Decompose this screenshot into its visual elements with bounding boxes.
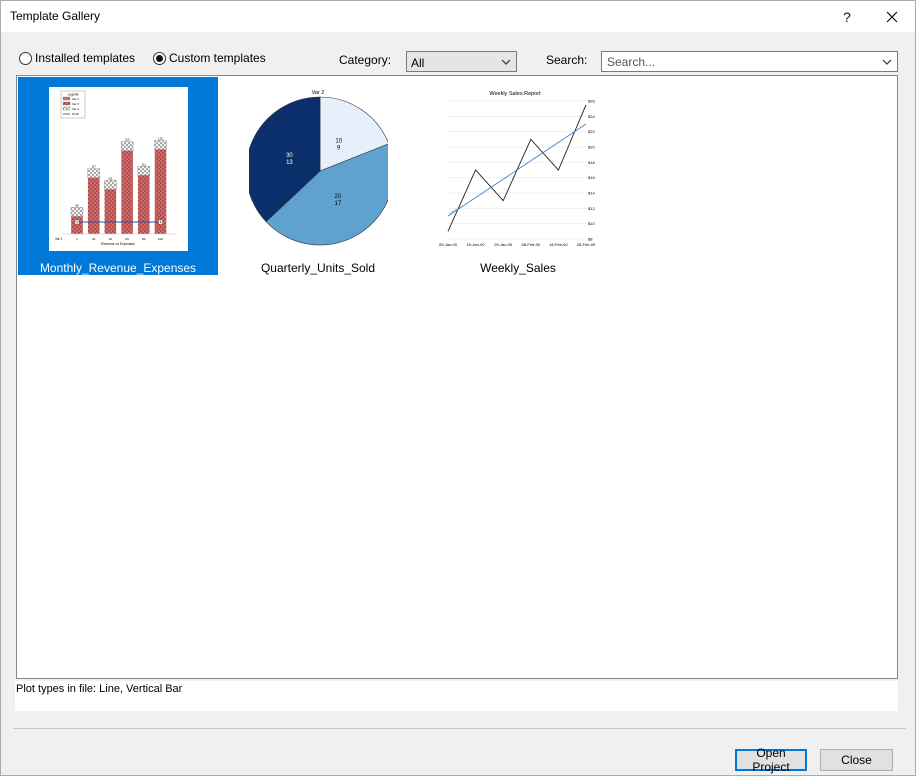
x-tick-label: 18-Feb-00 (549, 242, 568, 247)
plot-types-info: Plot types in file: Line, Vertical Bar (15, 681, 898, 711)
search-input[interactable] (605, 53, 875, 70)
bar-hatch (104, 180, 117, 190)
template-gallery-window: Template Gallery ? Installed templates C… (0, 0, 916, 776)
title-bar: Template Gallery ? (1, 1, 915, 32)
search-combobox[interactable] (601, 51, 898, 72)
bar-red (120, 150, 134, 235)
legend-title: Legend (68, 93, 79, 97)
y-tick-label: $22 (588, 129, 595, 134)
x-tick-label: 08-Feb-00 (522, 242, 541, 247)
custom-templates-radio[interactable]: Custom templates (153, 51, 266, 65)
template-gallery-list[interactable]: Legend Var 1 Var 3 Var 4 Profit Var 1 89 1 117 2… (16, 75, 898, 679)
template-thumbnail: Weekly Sales Report $8 $10 $12 $14 $16 $18 $20 $… (437, 87, 603, 251)
legend-swatch (62, 101, 71, 106)
trend-label: Linear Fit (449, 205, 462, 214)
template-name: Monthly_Revenue_Expenses (39, 261, 197, 275)
x-tick-label: 1 (76, 237, 78, 241)
legend-label: Profit (72, 112, 79, 116)
legend-label: Var 4 (72, 107, 79, 111)
pie-slice-label: 30 (286, 153, 293, 159)
y-tick-label: $12 (588, 206, 595, 211)
custom-templates-label: Custom templates (169, 51, 266, 65)
window-title: Template Gallery (10, 9, 101, 23)
close-button[interactable]: Close (820, 749, 893, 771)
bar-hatch (154, 140, 167, 150)
y-tick-label: $20 (588, 145, 595, 150)
bar-top-label: 123 (125, 138, 130, 142)
bar-hatch (137, 166, 150, 176)
pie-slice-label: 10 (335, 138, 342, 144)
template-thumbnail: Legend Var 1 Var 3 Var 4 Profit Var 1 89 1 117 2… (49, 87, 188, 251)
x-tick-label: 28-Feb-00 (577, 242, 596, 247)
help-button[interactable]: ? (824, 1, 870, 32)
y-tick-label: $14 (588, 191, 595, 196)
pie-slice-label: 17 (334, 201, 341, 207)
y-tick-label: $8 (588, 237, 593, 242)
close-window-button[interactable] (869, 1, 915, 32)
chevron-down-icon[interactable] (881, 56, 893, 68)
search-label: Search: (546, 53, 588, 67)
template-name: Weekly_Sales (480, 261, 556, 275)
trend-line (447, 123, 587, 217)
category-label: Category: (339, 53, 392, 67)
bar-red (137, 175, 151, 235)
bar-hatch (120, 141, 134, 151)
template-name: Quarterly_Units_Sold (260, 261, 376, 275)
bar-top-label: 89 (75, 203, 79, 207)
pie-slice-label: 13 (286, 160, 293, 166)
y-tick-label: $10 (588, 221, 595, 226)
radio-checked-icon (153, 51, 166, 65)
template-thumbnail: Var 2 10 9 20 17 30 13 (245, 87, 395, 251)
bar-top-label: 125 (158, 136, 163, 140)
x-tick-label: 100 (158, 237, 163, 241)
bar-red (104, 189, 117, 235)
template-tile-monthly[interactable]: Legend Var 1 Var 3 Var 4 Profit Var 1 89 1 117 2… (18, 77, 218, 275)
legend-label: Var 3 (72, 102, 79, 106)
category-select[interactable]: All (406, 51, 517, 72)
line-chart-thumbnail: Weekly Sales Report $8 $10 $12 $14 $16 $18 $20 $… (439, 91, 596, 247)
bar-top-label: 111 (142, 162, 147, 166)
template-tile-quarterly[interactable]: Var 2 10 9 20 17 30 13 Quarterly_Units_Sold (218, 77, 418, 275)
installed-templates-label: Installed templates (35, 51, 136, 65)
legend-swatch (62, 106, 71, 111)
radio-unchecked-icon (19, 51, 32, 65)
bar-hatch (70, 207, 84, 217)
axis-prefix-label: Var 1 (55, 237, 63, 241)
sales-line (447, 104, 587, 232)
bar-red (87, 177, 100, 235)
bar-chart-thumbnail: LegendVar 1Var 3Var 4Profit Var 18911172… (55, 90, 177, 246)
x-tick-label: 80 (142, 237, 146, 241)
chevron-down-icon (501, 59, 511, 65)
plot-types-text: Plot types in file: Line, Vertical Bar (16, 683, 183, 695)
pie-title: Var 2 (312, 90, 325, 96)
bar-hatch (87, 168, 100, 178)
x-tick-label: 19-Jan-00 (467, 242, 486, 247)
open-project-button[interactable]: Open Project (735, 746, 807, 774)
x-tick-label: 20 (92, 237, 96, 241)
x-tick-label: 60 (125, 237, 129, 241)
y-tick-label: $16 (588, 175, 595, 180)
pie-chart-thumbnail: Var 210920173013 (245, 90, 395, 246)
installed-templates-radio[interactable]: Installed templates (19, 51, 135, 65)
bar-top-label: 117 (91, 165, 96, 169)
category-value: All (411, 56, 425, 70)
y-tick-label: $24 (588, 114, 595, 119)
y-tick-label: $18 (588, 160, 595, 165)
template-tile-weekly[interactable]: Weekly Sales Report $8 $10 $12 $14 $16 $18 $20 $… (418, 77, 618, 275)
x-axis-title: Revenue vs Expenses (101, 242, 135, 246)
x-tick-label: 09-Jan-00 (439, 242, 458, 247)
bar-top-label: 111 (108, 176, 113, 180)
close-icon (886, 11, 898, 22)
line-chart-title: Weekly Sales Report (489, 91, 541, 97)
y-tick-label: $26 (588, 99, 595, 104)
pie-slice-label: 20 (334, 194, 341, 200)
legend-label: Var 1 (72, 97, 79, 101)
legend-swatch (62, 96, 71, 101)
divider (13, 728, 906, 729)
x-tick-label: 29-Jan-00 (494, 242, 513, 247)
x-tick-label: 40 (109, 237, 113, 241)
